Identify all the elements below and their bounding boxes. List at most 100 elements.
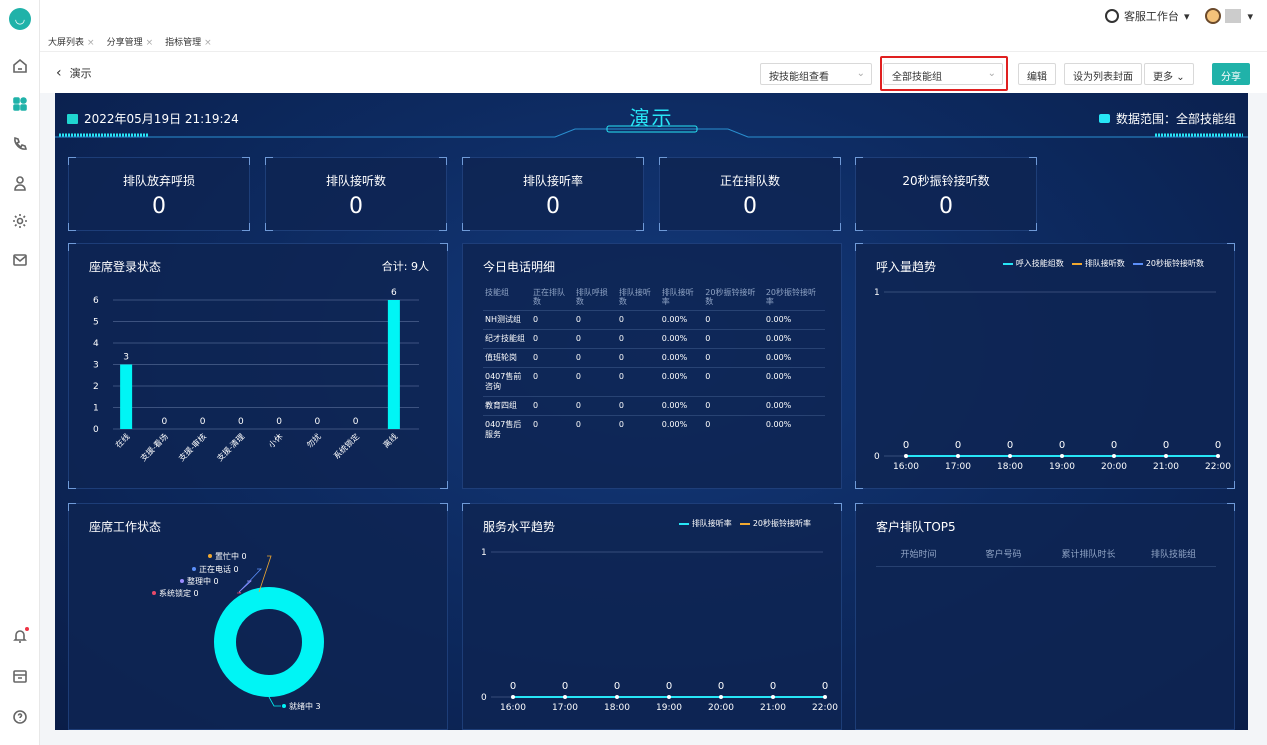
- kpi-value: 0: [349, 194, 363, 219]
- dashboard-icon[interactable]: [10, 94, 30, 114]
- column-header: 技能组: [485, 288, 509, 297]
- column-header: 正在排队数: [533, 288, 565, 306]
- bar-value-label: 0: [276, 417, 282, 427]
- more-label: 更多: [1153, 72, 1173, 83]
- x-tick-label: 16:00: [893, 462, 919, 472]
- table-cell: 0: [573, 415, 617, 444]
- x-tick-label: 支援-看场: [138, 431, 170, 463]
- work-status-panel: 座席工作状态 置忙中 0 正在电话 0 整理中 0 系统锁定 0 就绪中 3: [68, 503, 448, 730]
- data-point: [563, 695, 567, 699]
- kpi-card: 正在排队数 0: [659, 157, 841, 231]
- phone-icon[interactable]: [10, 134, 30, 154]
- kpi-label: 排队接听率: [522, 174, 583, 188]
- panel-title: 今日电话明细: [483, 260, 556, 274]
- slice-label: 整理中 0: [187, 576, 219, 586]
- data-label: 0: [903, 440, 909, 451]
- chevron-left-icon: ‹: [56, 65, 62, 81]
- edit-button[interactable]: 编辑: [1018, 63, 1056, 85]
- y-tick-label: 5: [93, 318, 99, 328]
- slice-label: 置忙中 0: [215, 551, 247, 561]
- table-cell: 0.00%: [659, 367, 704, 397]
- column-header: 累计排队时长: [1061, 550, 1116, 560]
- data-label: 0: [614, 681, 620, 692]
- table-cell: 0.00%: [659, 348, 704, 368]
- legend-dot: [192, 567, 196, 571]
- table-cell: 0: [616, 396, 660, 416]
- bar-value-label: 0: [315, 417, 321, 427]
- data-label: 0: [1111, 440, 1117, 451]
- kpi-value: 0: [939, 194, 953, 219]
- x-tick-label: 17:00: [552, 703, 578, 713]
- table-header-row: 技能组 正在排队数 排队呼损数 排队接听数 排队接听率 20秒振铃接听数 20秒…: [483, 286, 825, 311]
- set-cover-button[interactable]: 设为列表封面: [1064, 63, 1142, 85]
- leader-line: [268, 696, 281, 707]
- table-cell: 0: [573, 367, 617, 397]
- archive-icon[interactable]: [10, 666, 30, 686]
- back-button[interactable]: ‹ 演示: [56, 65, 92, 81]
- x-tick-label: 22:00: [812, 703, 838, 713]
- tab-metric-manage[interactable]: 指标管理 ×: [165, 35, 212, 48]
- table-cell: 0: [531, 415, 574, 444]
- leader-line: [238, 580, 253, 593]
- data-point: [771, 695, 775, 699]
- inbound-trend-chart: 0 1 0 16:00 0 17:00 0 18:00 0 19:00 0 20:00 0 21:00 0 2…: [874, 288, 1231, 472]
- column-header: 开始时间: [900, 550, 937, 560]
- x-tick-label: 支援-审核: [176, 431, 208, 463]
- share-button[interactable]: 分享: [1212, 63, 1250, 85]
- x-tick-label: 16:00: [500, 703, 526, 713]
- column-header: 20秒振铃接听率: [765, 288, 817, 306]
- x-tick-label: 22:00: [1205, 462, 1231, 472]
- data-point: [1112, 454, 1116, 458]
- y-tick-label: 2: [93, 382, 99, 392]
- data-point: [719, 695, 723, 699]
- y-tick-label: 0: [481, 693, 487, 703]
- panel-title: 客户排队TOP5: [876, 520, 956, 534]
- user-name-placeholder[interactable]: [1225, 9, 1242, 23]
- bell-icon[interactable]: [10, 626, 30, 646]
- users-icon[interactable]: [10, 173, 30, 193]
- home-icon[interactable]: [10, 56, 30, 76]
- tab-share-manage[interactable]: 分享管理 ×: [107, 35, 154, 48]
- mail-icon[interactable]: [10, 250, 30, 270]
- x-tick-label: 17:00: [945, 462, 971, 472]
- table-cell: 值班轮岗: [483, 348, 531, 368]
- table-cell: 教育四组: [483, 396, 531, 416]
- table-cell: 0.00%: [659, 415, 704, 444]
- bar: [387, 300, 400, 429]
- table-row: 0407售后服务 0 0 0 0.00% 0 0.00%: [483, 415, 825, 444]
- x-tick-label: 18:00: [604, 703, 630, 713]
- bar-value-label: 3: [123, 353, 129, 363]
- data-label: 0: [562, 681, 568, 692]
- chevron-down-icon[interactable]: ▾: [1247, 10, 1253, 23]
- close-icon[interactable]: ×: [204, 38, 212, 48]
- help-icon[interactable]: [10, 707, 30, 727]
- x-tick-label: 支援-清理: [215, 431, 247, 463]
- table-cell: 0407售前咨询: [483, 367, 531, 397]
- dashboard-screen: 2022年05月19日 21:19:24 演示 数据范围：全部技能组 排队放弃呼…: [55, 93, 1248, 730]
- column-header: 排队接听率: [661, 288, 694, 306]
- view-by-select[interactable]: 按技能组查看 ⌄: [760, 63, 872, 85]
- table-cell: 0: [573, 310, 617, 330]
- avatar[interactable]: [1205, 8, 1222, 24]
- tab-label: 指标管理: [165, 38, 202, 48]
- data-label: 0: [718, 681, 724, 692]
- table-cell: 0: [573, 348, 617, 368]
- top-bar: 客服工作台 ▾ ▾: [40, 0, 1267, 32]
- skill-group-select[interactable]: 全部技能组 ⌄: [883, 63, 1003, 85]
- table-cell: 0: [573, 396, 617, 416]
- tab-big-screen-list[interactable]: 大屏列表 ×: [48, 35, 95, 48]
- column-header: 客户号码: [985, 550, 1022, 560]
- workspace-menu[interactable]: 客服工作台 ▾: [1104, 8, 1189, 24]
- settings-icon[interactable]: [10, 211, 30, 231]
- more-button[interactable]: 更多 ⌄: [1144, 63, 1194, 85]
- close-icon[interactable]: ×: [87, 38, 95, 48]
- table-cell: 0.00%: [659, 396, 704, 416]
- close-icon[interactable]: ×: [146, 38, 154, 48]
- table-row: 教育四组 0 0 0 0.00% 0 0.00%: [483, 396, 825, 416]
- app-logo-icon[interactable]: ◡: [9, 8, 31, 30]
- kpi-value: 0: [152, 194, 166, 219]
- x-tick-label: 20:00: [708, 703, 734, 713]
- kpi-card: 排队放弃呼损 0: [68, 157, 250, 231]
- kpi-card: 20秒振铃接听数 0: [855, 157, 1037, 231]
- slice-label: 就绪中 3: [289, 701, 321, 711]
